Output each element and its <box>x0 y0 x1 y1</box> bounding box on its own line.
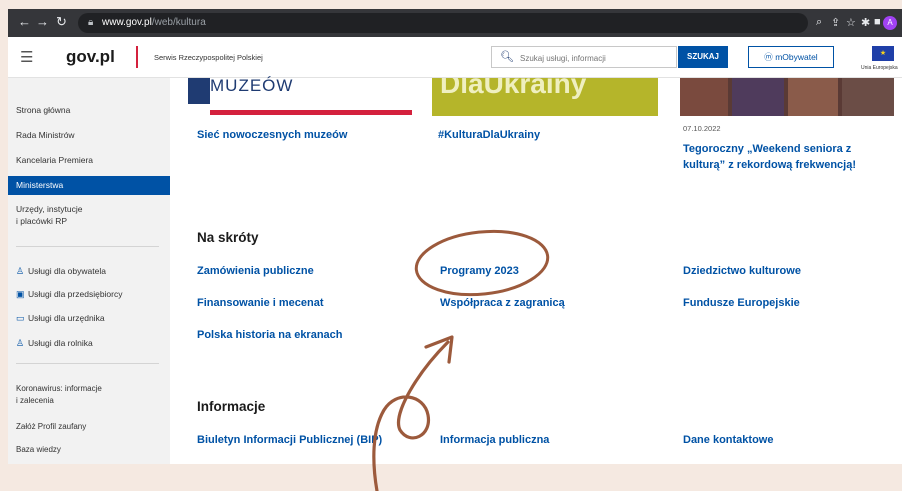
link-polska-historia[interactable]: Polska historia na ekranach <box>197 329 343 341</box>
sidebar-item-label: Usługi dla urzędnika <box>28 313 105 323</box>
link-programy-2023[interactable]: Programy 2023 <box>440 265 519 277</box>
star-icon[interactable]: ☆ <box>846 16 856 29</box>
sidebar-item-uslugi-urzednik[interactable]: ▭ Usługi dla urzędnika <box>8 313 170 324</box>
sidebar-item-urzedy[interactable]: Urzędy, instytucje i placówki RP <box>8 203 170 227</box>
menu-icon[interactable]: ☰ <box>20 48 33 66</box>
search-box[interactable]: 🔍︎ <box>491 46 677 68</box>
sidebar-item-ministerstwa[interactable]: Ministerstwa <box>8 176 170 195</box>
link-bip[interactable]: Biuletyn Informacji Publicznej (BIP) <box>197 434 382 446</box>
muzeow-banner-stripe <box>210 110 412 115</box>
sidebar-divider <box>16 246 159 247</box>
photo-tile <box>842 78 894 116</box>
site-header: ☰ gov.pl Serwis Rzeczypospolitej Polskie… <box>8 37 902 78</box>
link-kultura-dla-ukrainy[interactable]: #KulturaDlaUkrainy <box>438 129 540 141</box>
search-icon: 🔍︎ <box>500 51 514 63</box>
link-wspolpraca[interactable]: Współpraca z zagranicą <box>440 297 565 309</box>
sidebar-item-uslugi-obywatel[interactable]: ♙ Usługi dla obywatela <box>8 266 170 277</box>
link-finansowanie[interactable]: Finansowanie i mecenat <box>197 297 324 309</box>
link-informacja-publiczna[interactable]: Informacja publiczna <box>440 434 549 446</box>
profile-avatar[interactable]: A <box>883 16 897 30</box>
sidebar-item-label: Usługi dla obywatela <box>28 266 106 276</box>
news-date: 07.10.2022 <box>683 124 721 133</box>
muzeow-banner-block <box>188 78 210 104</box>
browser-toolbar: ← → ↻ 🔒︎ www.gov.pl/web/kultura ⌕ ⇪ ☆ ✱ … <box>8 9 902 37</box>
person-icon: ♙ <box>16 338 25 348</box>
sidebar-divider <box>16 363 159 364</box>
shortcuts-heading: Na skróty <box>197 230 259 245</box>
link-dziedzictwo[interactable]: Dziedzictwo kulturowe <box>683 265 801 277</box>
photo-tile <box>788 78 838 116</box>
ukraina-banner-text: DlaUkrainy <box>440 78 587 99</box>
link-siec-muzeow[interactable]: Sieć nowoczesnych muzeów <box>197 129 347 141</box>
sidebar: Strona główna Rada Ministrów Kancelaria … <box>8 78 170 464</box>
main-content: MUZEÓW DlaUkrainy Sieć nowoczesnych muze… <box>170 76 902 464</box>
sidepanel-icon[interactable]: ■ <box>874 16 881 28</box>
ukraina-banner[interactable]: DlaUkrainy <box>432 78 658 116</box>
link-zamowienia[interactable]: Zamówienia publiczne <box>197 265 314 277</box>
logo[interactable]: gov.pl <box>66 47 115 67</box>
eu-flag-icon: ★ <box>872 46 894 61</box>
link-fundusze[interactable]: Fundusze Europejskie <box>683 297 800 309</box>
news-photo[interactable] <box>680 78 894 116</box>
sidebar-item-label: Usługi dla rolnika <box>28 338 93 348</box>
url-text[interactable]: www.gov.pl/web/kultura <box>102 17 206 28</box>
mobywatel-button[interactable]: ⓜ mObywatel <box>748 46 834 68</box>
link-dane-kontaktowe[interactable]: Dane kontaktowe <box>683 434 773 446</box>
monitor-icon: ▭ <box>16 313 25 323</box>
extensions-icon[interactable]: ✱ <box>861 16 870 29</box>
browser-screenshot: ← → ↻ 🔒︎ www.gov.pl/web/kultura ⌕ ⇪ ☆ ✱ … <box>8 9 902 464</box>
forward-icon[interactable]: → <box>36 14 49 29</box>
search-input[interactable] <box>518 49 672 67</box>
sidebar-item-uslugi-przedsiebiorca[interactable]: ▣ Usługi dla przedsiębiorcy <box>8 289 170 300</box>
reload-icon[interactable]: ↻ <box>56 14 67 30</box>
eu-label: Unia Europejska <box>861 65 898 71</box>
lock-icon: 🔒︎ <box>88 17 94 28</box>
sidebar-item-label: Usługi dla przedsiębiorcy <box>28 289 123 299</box>
sidebar-item-koronawirus[interactable]: Koronawirus: informacje i zalecenia <box>8 383 170 407</box>
sidebar-item-kprm[interactable]: Kancelaria Premiera <box>8 155 170 165</box>
sidebar-item-uslugi-rolnik[interactable]: ♙ Usługi dla rolnika <box>8 338 170 349</box>
muzeow-banner-text: MUZEÓW <box>210 76 294 95</box>
mobywatel-label: mObywatel <box>775 52 818 62</box>
sidebar-item-rada[interactable]: Rada Ministrów <box>8 130 170 140</box>
share-icon[interactable]: ⇪ <box>831 16 840 29</box>
sidebar-item-profil-zaufany[interactable]: Załóż Profil zaufany <box>8 422 170 431</box>
photo-tile <box>732 78 784 116</box>
search-button[interactable]: SZUKAJ <box>678 46 728 68</box>
sidebar-item-baza-wiedzy[interactable]: Baza wiedzy <box>8 445 170 454</box>
news-title-link[interactable]: Tegoroczny „Weekend seniora z kulturą” z… <box>683 141 856 173</box>
sidebar-item-home[interactable]: Strona główna <box>8 105 170 115</box>
briefcase-icon: ▣ <box>16 289 25 299</box>
back-icon[interactable]: ← <box>18 14 31 29</box>
info-heading: Informacje <box>197 399 266 414</box>
user-circle-icon: ⓜ <box>764 52 773 62</box>
service-name: Serwis Rzeczypospolitej Polskiej <box>154 53 263 62</box>
person-icon: ♙ <box>16 266 25 276</box>
photo-tile <box>680 78 728 116</box>
logo-divider <box>136 46 138 68</box>
zoom-icon[interactable]: ⌕ <box>816 16 822 29</box>
